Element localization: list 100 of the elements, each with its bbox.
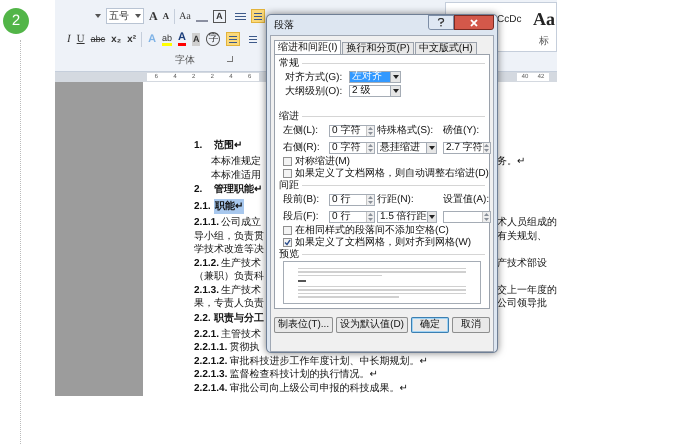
list-number: 2.2.: [194, 312, 212, 326]
body-text: 术人员组成的: [497, 216, 557, 230]
section-heading: 常规: [279, 56, 299, 71]
paragraph-tool-icon[interactable]: [250, 9, 265, 23]
strikethrough-button[interactable]: abc: [90, 32, 106, 46]
tab[interactable]: 缩进和间距(I): [274, 40, 342, 55]
field-label: 特殊格式(S):: [377, 124, 434, 138]
body-text: 务。↵: [497, 155, 526, 169]
style-preview[interactable]: Aa: [533, 6, 555, 33]
body-text: 交上一年度的: [497, 284, 557, 298]
tab[interactable]: 换行和分页(P): [342, 42, 414, 55]
list-number: 2.2.1.2.: [194, 354, 228, 368]
subscript-button[interactable]: x₂: [111, 32, 122, 47]
heading-text: 范围↵: [214, 138, 242, 153]
enclose-character-button[interactable]: 字: [206, 32, 220, 46]
section-heading: 预览: [279, 248, 299, 262]
grow-font-button[interactable]: A: [149, 10, 158, 22]
body-text: 学技术改造等决: [194, 242, 264, 257]
body-text: 有关规划、: [497, 230, 548, 244]
shading-button[interactable]: A: [192, 32, 200, 46]
dropdown-arrow-icon: [392, 89, 398, 93]
italic-button[interactable]: I: [67, 31, 71, 48]
dialog-button[interactable]: 确定: [411, 317, 449, 333]
body-text: （兼职）负责科: [194, 270, 264, 284]
heading-text: 职能↵: [214, 199, 244, 214]
section-heading: 间距: [279, 179, 299, 193]
list-number: 2.1.1.: [194, 216, 220, 230]
underline-button[interactable]: U: [76, 31, 85, 48]
superscript-button[interactable]: x²: [127, 32, 142, 47]
dropdown-arrow-icon[interactable]: [95, 14, 101, 18]
checkbox[interactable]: [283, 226, 292, 234]
checkbox[interactable]: [283, 168, 292, 178]
body-text: 监督检查科技计划的执行情况。↵: [229, 368, 378, 382]
field-label: 对齐方式(G):: [285, 70, 344, 84]
spin-field[interactable]: [443, 210, 491, 222]
dialog-button[interactable]: 制表位(T)...: [274, 317, 334, 333]
body-text: 审批公司向上级公司申报的科技成果。↵: [229, 382, 408, 396]
spinner-arrows-icon: [484, 144, 490, 152]
spin-field[interactable]: 0 字符: [329, 124, 375, 136]
spinner-arrows-icon: [368, 144, 373, 152]
dropdown-field[interactable]: 1.5 倍行距: [377, 210, 437, 222]
dialog-launcher-icon[interactable]: [227, 56, 233, 62]
spinner-arrows-icon: [368, 196, 373, 204]
dropdown-arrow-icon: [428, 146, 434, 150]
body-text: 公司领导批: [497, 296, 548, 311]
list-number: 2.1.: [194, 200, 212, 214]
dialog-button[interactable]: 设为默认值(D): [336, 317, 408, 333]
highlight-button[interactable]: ab: [162, 32, 172, 46]
change-case-button[interactable]: Aa: [174, 8, 191, 24]
list-number: 1.: [194, 139, 204, 153]
body-text: 生产技术: [221, 284, 262, 298]
field-label: 左侧(L):: [283, 124, 319, 138]
spin-field[interactable]: 0 字符: [329, 142, 375, 154]
font-color-button[interactable]: A: [178, 32, 186, 46]
help-icon: [437, 18, 445, 27]
checkbox-label: 如果定义了文档网格，则自动调整右缩进(D): [295, 166, 489, 180]
character-border-button[interactable]: A: [212, 10, 226, 22]
help-button[interactable]: [428, 15, 454, 30]
heading-text: 管理职能↵: [214, 182, 262, 197]
list-number: 2.2.1.4.: [194, 382, 228, 396]
spinner-arrows-icon: [368, 126, 373, 134]
heading-text: 职责与分工: [214, 312, 264, 326]
close-button[interactable]: [454, 15, 494, 30]
checkbox[interactable]: [283, 238, 292, 246]
shrink-font-button[interactable]: A: [162, 12, 170, 20]
dropdown-field[interactable]: 悬挂缩进: [377, 142, 437, 154]
bullet-list-icon[interactable]: [234, 12, 246, 20]
list-number: 2.1.3.: [194, 284, 220, 298]
body-text: 果，专责人负责: [194, 296, 264, 311]
spin-field[interactable]: 0 行: [329, 194, 375, 206]
section-heading: 缩进: [279, 110, 299, 124]
checkmark-icon: [284, 238, 291, 246]
style-preview[interactable]: CcDc: [497, 12, 522, 27]
body-text: 本标准规定: [211, 154, 261, 169]
checkbox[interactable]: [283, 156, 292, 166]
field-label: 右侧(R):: [283, 141, 321, 155]
dropdown-field[interactable]: 2 级: [349, 85, 401, 97]
dialog-button[interactable]: 取消: [452, 317, 490, 333]
font-size-field[interactable]: 五号: [106, 8, 144, 24]
dropdown-arrow-icon: [392, 75, 398, 79]
field-label: 段前(B):: [283, 193, 320, 207]
spin-field[interactable]: 0 行: [329, 210, 375, 222]
body-text: 审批科技进步工作年度计划、中长期规划。↵: [229, 354, 428, 368]
field-label: 大纲级别(O):: [285, 84, 344, 98]
list-number: 2.: [194, 183, 204, 197]
field-label: 设置值(A):: [443, 192, 490, 207]
field-label: 行距(N):: [377, 193, 415, 207]
tab[interactable]: 中文版式(H): [414, 42, 477, 55]
list-number: 2.2.1.3.: [194, 368, 228, 382]
list-number: 2.1.2.: [194, 256, 220, 270]
list-number: 2.2.1.1.: [194, 341, 228, 355]
dropdown-arrow-icon: [135, 14, 141, 18]
close-icon: [470, 18, 478, 26]
spin-field[interactable]: 2.7 字符: [443, 142, 491, 154]
field-label: 磅值(Y):: [443, 124, 480, 138]
align-left-icon[interactable]: [226, 32, 240, 46]
style-label: 标: [539, 34, 549, 49]
body-text: 本标准适用: [211, 168, 261, 182]
list-number: 2.2.1.: [194, 328, 220, 342]
checkbox-label: 如果定义了文档网格，则对齐到网格(W): [295, 235, 472, 249]
